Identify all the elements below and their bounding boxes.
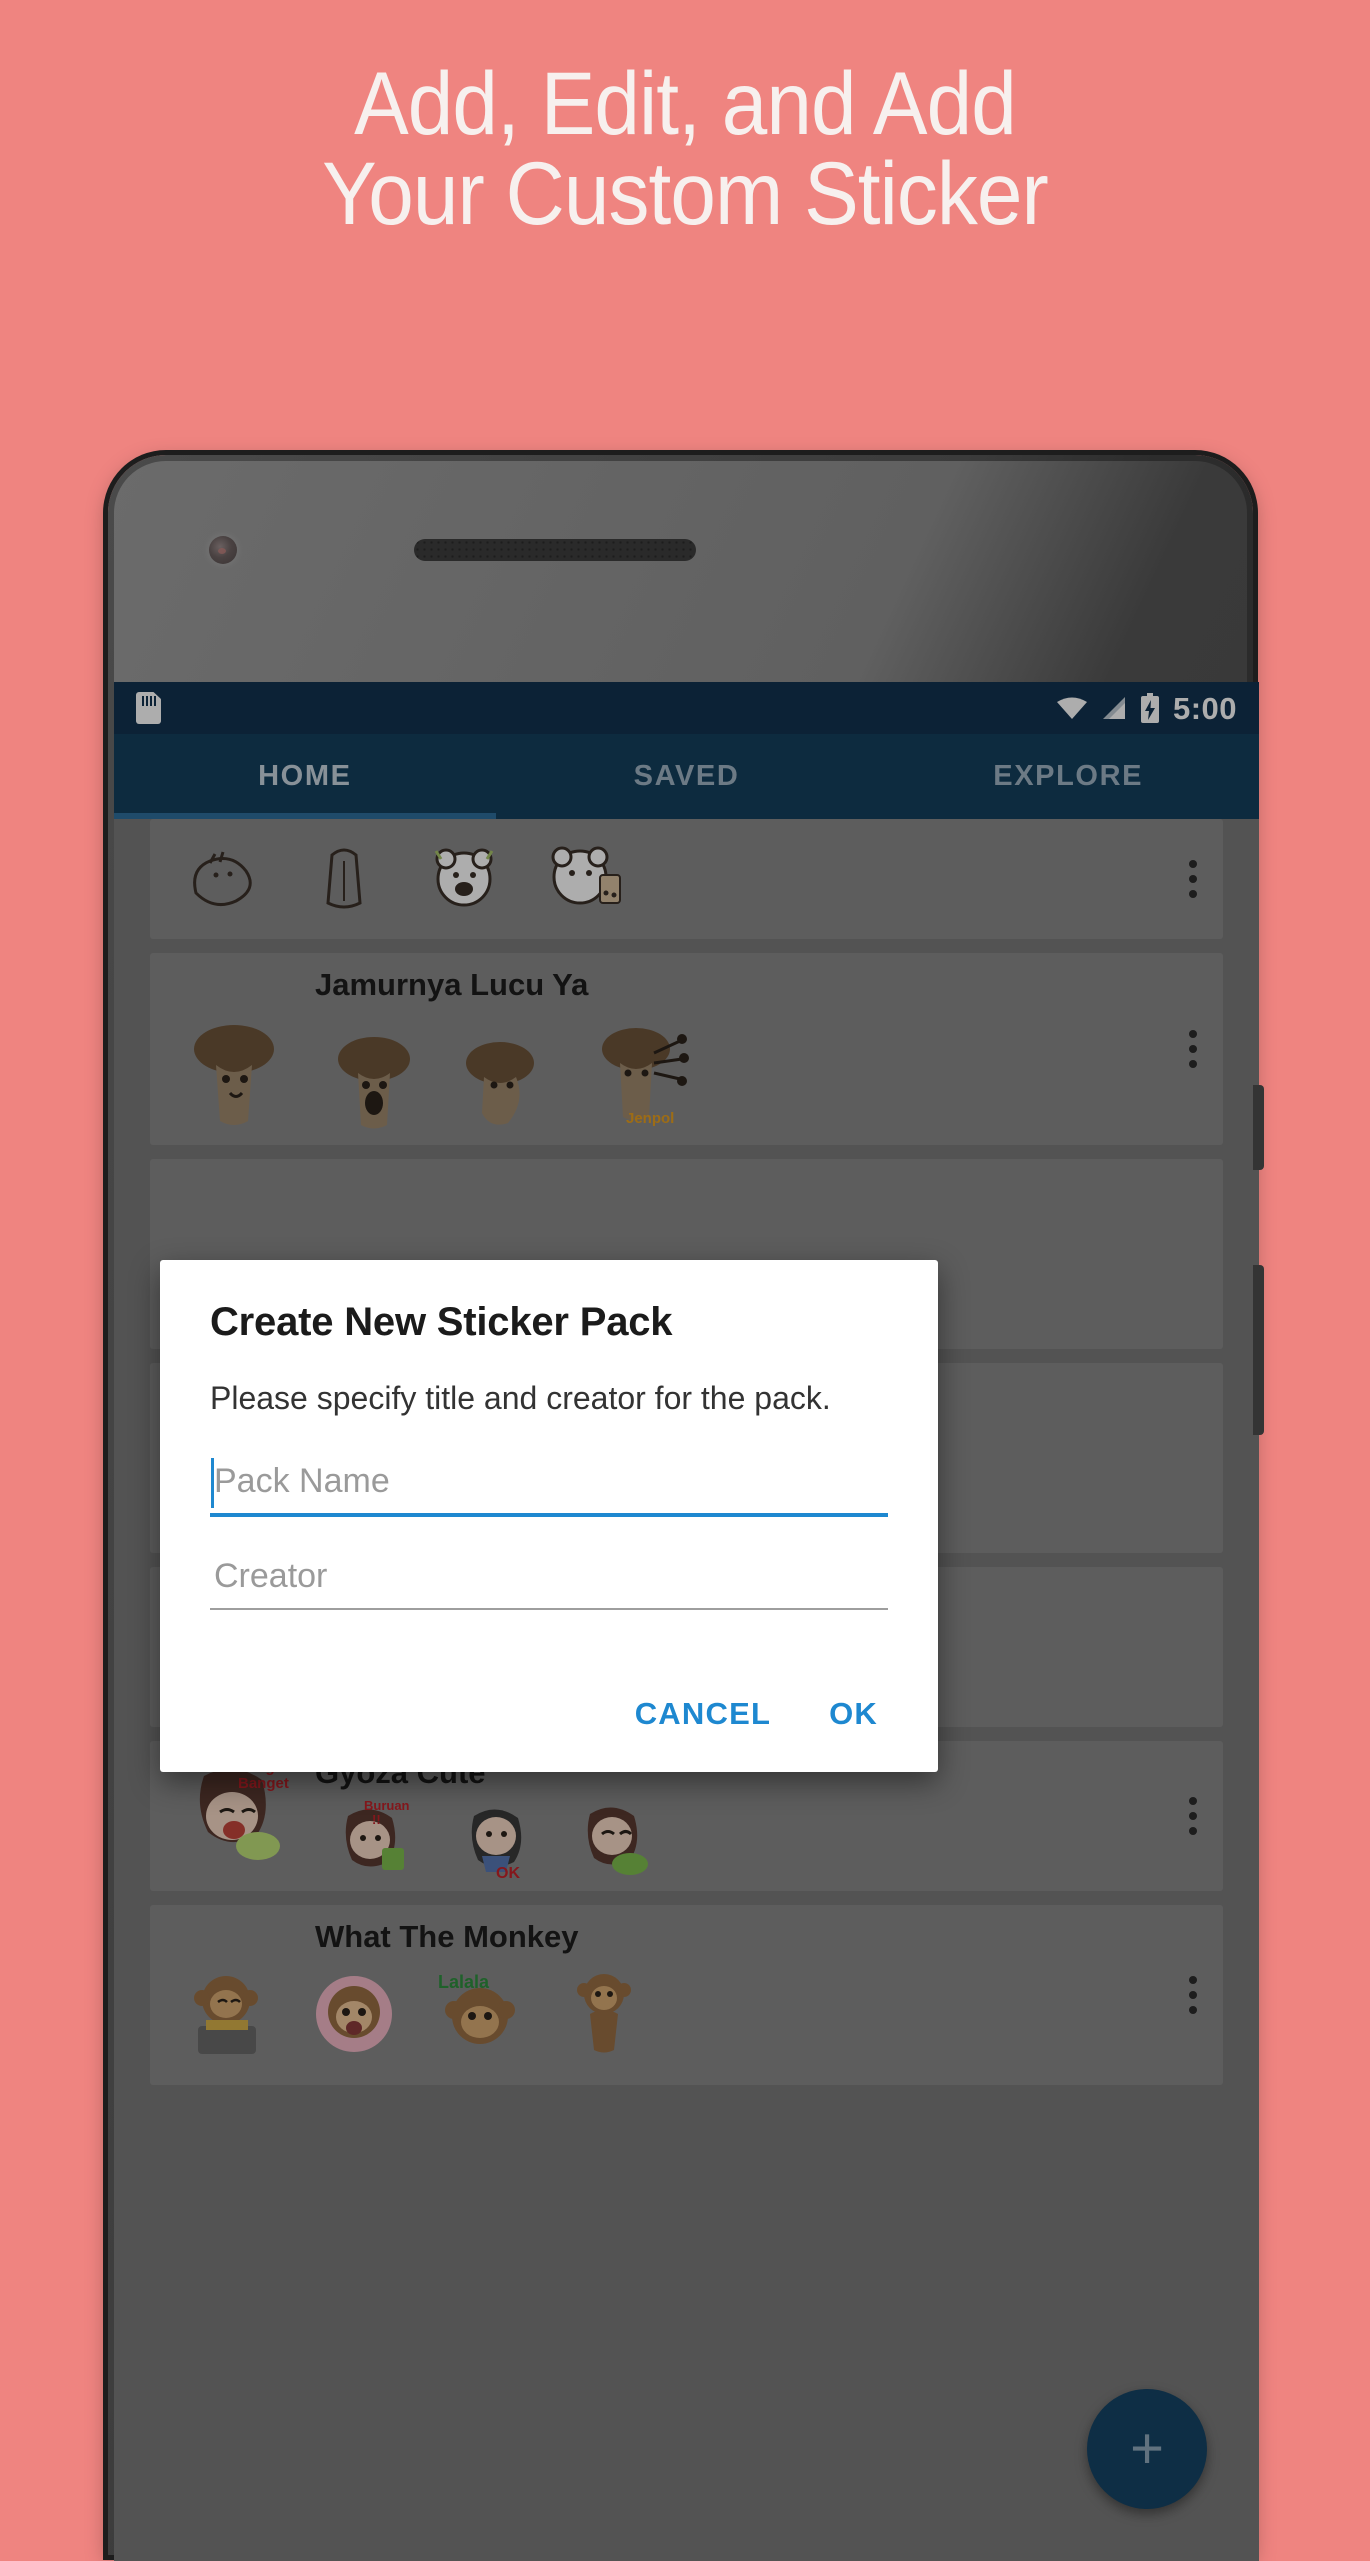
phone-screen: 5:00 HOME SAVED EXPLORE Jamurnya Lucu Ya… [114, 682, 1259, 2561]
ok-button[interactable]: OK [829, 1696, 878, 1732]
creator-input[interactable] [210, 1551, 888, 1608]
pack-name-field[interactable] [210, 1456, 888, 1517]
phone-mockup: 5:00 HOME SAVED EXPLORE Jamurnya Lucu Ya… [108, 455, 1264, 2561]
earpiece-speaker [414, 539, 696, 561]
headline-line-2: Your Custom Sticker [322, 143, 1049, 243]
power-button[interactable] [1253, 1085, 1264, 1170]
pack-name-input[interactable] [210, 1456, 888, 1513]
cancel-button[interactable]: CANCEL [635, 1696, 771, 1732]
text-cursor [211, 1458, 214, 1508]
volume-button[interactable] [1253, 1265, 1264, 1435]
promo-headline: Add, Edit, and Add Your Custom Sticker [55, 58, 1315, 238]
creator-field[interactable] [210, 1551, 888, 1610]
phone-body: 5:00 HOME SAVED EXPLORE Jamurnya Lucu Ya… [114, 461, 1259, 2561]
creator-underline [210, 1608, 888, 1610]
front-camera-icon [209, 536, 237, 564]
dialog-message: Please specify title and creator for the… [210, 1380, 831, 1416]
pack-name-underline [210, 1513, 888, 1517]
dialog-title: Create New Sticker Pack [210, 1300, 673, 1344]
headline-line-1: Add, Edit, and Add [354, 53, 1017, 153]
dialog-actions: CANCEL OK [210, 1644, 888, 1772]
create-sticker-pack-dialog: Create New Sticker Pack Please specify t… [160, 1260, 938, 1772]
